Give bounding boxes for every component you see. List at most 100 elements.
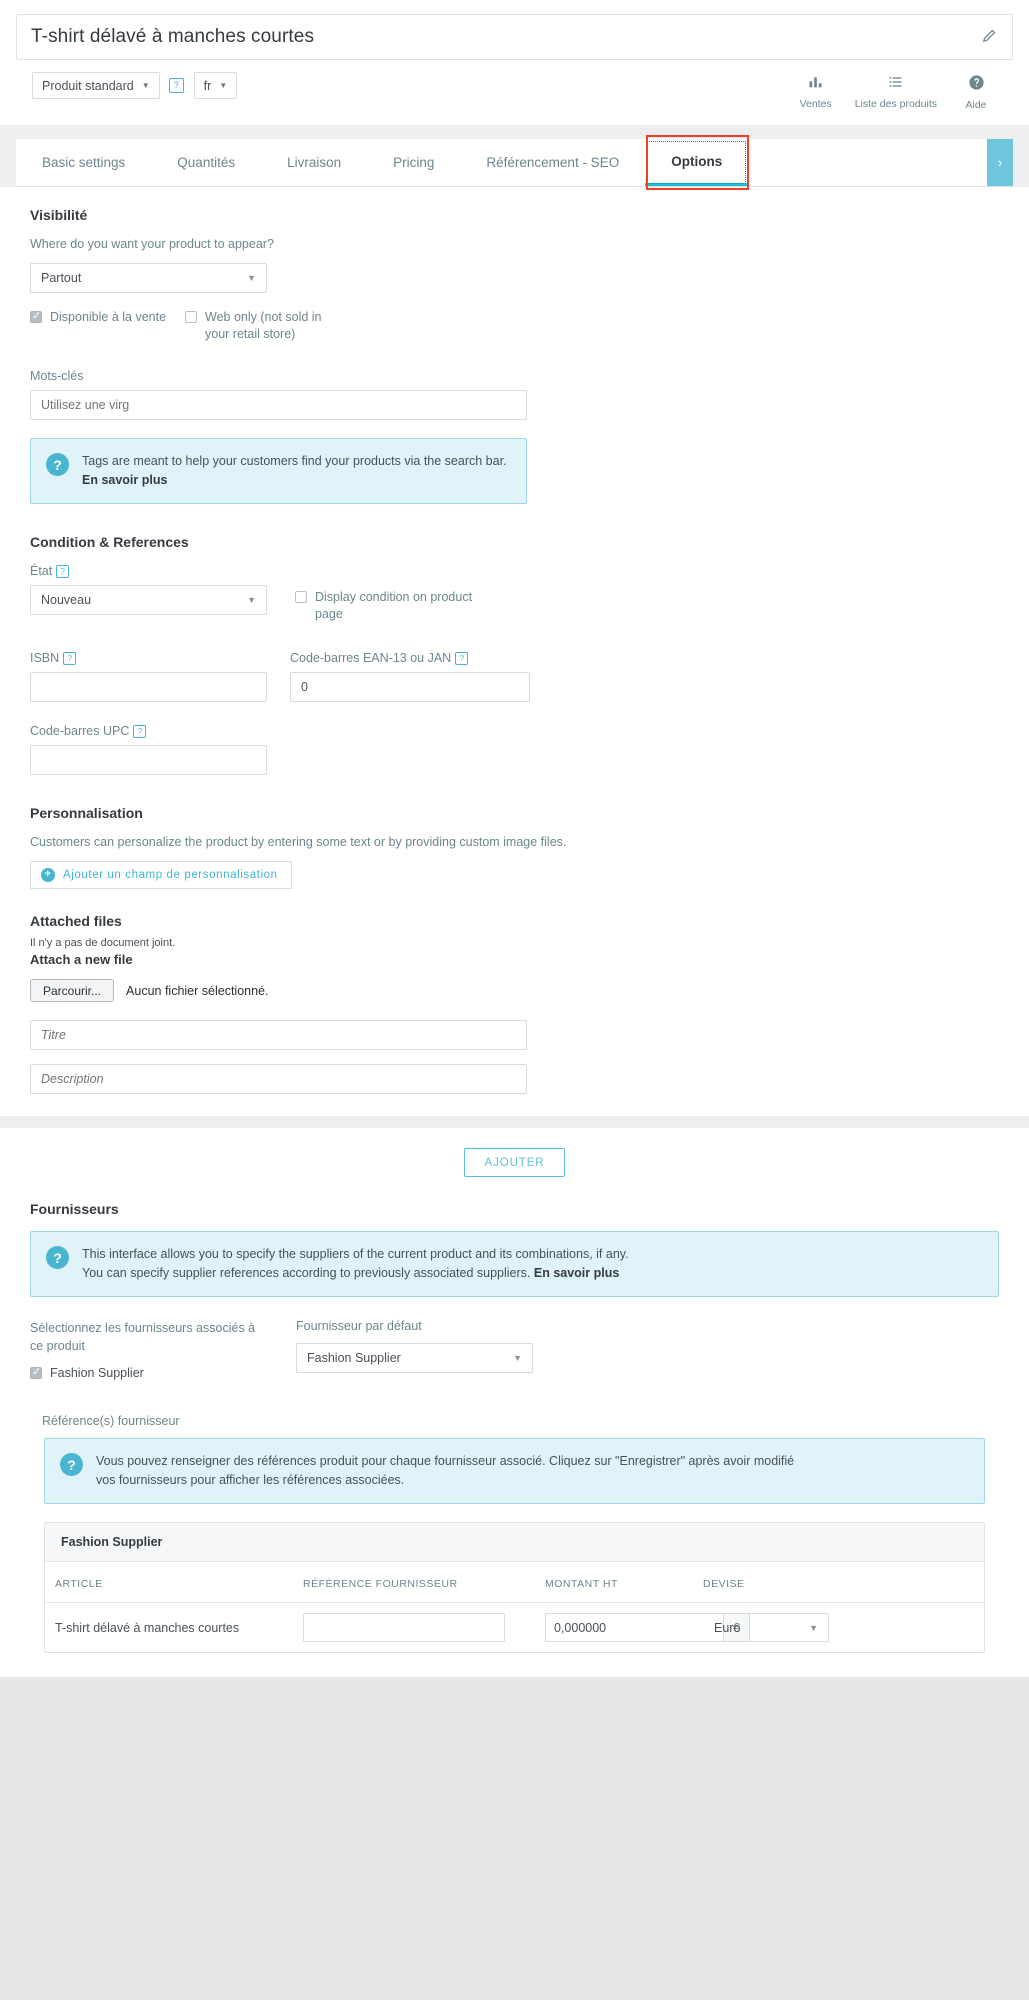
column-article: ARTICLE [45,1562,293,1603]
tab-options[interactable]: Options [645,139,748,186]
tab-bar: Basic settings Quantités Livraison Prici… [16,139,1013,187]
tab-pricing[interactable]: Pricing [367,139,460,186]
language-label: fr [204,79,212,93]
attachment-title-input[interactable] [30,1020,527,1050]
checkbox-label: Display condition on product page [315,589,495,623]
pencil-icon[interactable] [981,27,998,47]
visibility-checkbox-row: Disponible à la vente Web only (not sold… [30,309,999,343]
product-title-bar[interactable]: T-shirt délavé à manches courtes [16,14,1013,60]
checkbox-label: Web only (not sold in your retail store) [205,309,340,343]
tags-info-link[interactable]: En savoir plus [82,473,167,487]
tags-info-body: Tags are meant to help your customers fi… [82,454,507,468]
browse-button[interactable]: Parcourir... [30,979,114,1002]
tags-info-banner: ? Tags are meant to help your customers … [30,438,527,504]
tab-label: Pricing [393,155,434,170]
product-list-action[interactable]: Liste des produits [855,74,937,110]
checkbox-web-only[interactable]: Web only (not sold in your retail store) [185,309,340,343]
tab-label: Référencement - SEO [486,155,619,170]
chevron-down-icon: ▼ [513,1353,522,1363]
help-label: Aide [955,99,997,111]
suppliers-info-link[interactable]: En savoir plus [534,1266,619,1280]
page-header: T-shirt délavé à manches courtes Produit… [0,0,1029,125]
chart-bar-icon [795,74,837,95]
file-picker-row: Parcourir... Aucun fichier sélectionné. [30,979,999,1002]
suppliers-section-title: Fournisseurs [30,1201,999,1217]
chevron-down-icon: ▼ [247,273,256,283]
sales-action[interactable]: Ventes [795,74,837,110]
add-customization-field-button[interactable]: + Ajouter un champ de personnalisation [30,861,292,889]
help-action[interactable]: Aide [955,74,997,111]
personalization-description: Customers can personalize the product by… [30,835,999,849]
visibility-select[interactable]: Partout ▼ [30,263,267,293]
chevron-right-icon: › [998,155,1002,170]
supplier-reference-table: Fashion Supplier ARTICLE RÉFÉRENCE FOURN… [44,1522,985,1653]
default-supplier-value: Fashion Supplier [307,1351,401,1365]
supplier-select-label: Sélectionnez les fournisseurs associés à… [30,1319,270,1355]
cell-reference [293,1603,535,1653]
tab-basic-settings[interactable]: Basic settings [16,139,151,186]
upc-input[interactable] [30,745,267,775]
checkbox-box[interactable] [295,591,307,603]
page-title: T-shirt délavé à manches courtes [31,26,981,48]
product-type-help-icon[interactable]: ? [169,78,184,93]
no-file-selected-text: Aucun fichier sélectionné. [126,984,268,998]
default-supplier-group: Fournisseur par défaut Fashion Supplier … [296,1319,533,1382]
add-customization-field-label: Ajouter un champ de personnalisation [63,869,278,881]
barcode-row: ISBN? Code-barres EAN-13 ou JAN? [30,651,999,702]
add-attachment-row: AJOUTER [0,1128,1029,1201]
ean-help-icon[interactable]: ? [455,652,468,665]
etat-select-value: Nouveau [41,593,91,607]
tab-livraison[interactable]: Livraison [261,139,367,186]
isbn-input[interactable] [30,672,267,702]
table-header-row: ARTICLE RÉFÉRENCE FOURNISSEUR MONTANT HT… [45,1562,984,1603]
upc-label: Code-barres UPC? [30,724,999,738]
isbn-label-text: ISBN [30,651,59,665]
list-icon [855,74,937,95]
default-supplier-select[interactable]: Fashion Supplier ▼ [296,1343,533,1373]
tabs-next-button[interactable]: › [987,139,1013,186]
ean-field-group: Code-barres EAN-13 ou JAN? [290,651,550,702]
cell-currency: Euro ▼ [693,1603,984,1653]
checkbox-available-for-order[interactable]: Disponible à la vente [30,309,185,343]
visibility-section-title: Visibilité [30,207,999,223]
cell-amount: € [535,1603,693,1653]
etat-label: État? [30,564,999,578]
supplier-reference-input[interactable] [303,1613,505,1642]
currency-value: Euro [714,1621,740,1635]
amount-input[interactable] [545,1613,723,1642]
checkbox-label: Fashion Supplier [50,1365,144,1382]
upc-help-icon[interactable]: ? [133,725,146,738]
etat-help-icon[interactable]: ? [56,565,69,578]
checkbox-box[interactable] [185,311,197,323]
checkbox-box[interactable] [30,311,42,323]
language-select[interactable]: fr ▼ [194,72,238,99]
checkbox-box[interactable] [30,1367,42,1379]
product-type-label: Produit standard [42,79,134,93]
tab-quantites[interactable]: Quantités [151,139,261,186]
chevron-down-icon: ▼ [247,595,256,605]
etat-select[interactable]: Nouveau ▼ [30,585,267,615]
table-row: T-shirt délavé à manches courtes € [45,1603,984,1653]
condition-section-title: Condition & References [30,534,999,550]
default-supplier-label: Fournisseur par défaut [296,1319,533,1333]
visibility-select-value: Partout [41,271,81,285]
product-list-label: Liste des produits [855,98,937,110]
isbn-help-icon[interactable]: ? [63,652,76,665]
plus-icon: + [41,868,55,882]
checkbox-display-condition[interactable]: Display condition on product page [295,585,495,623]
ean-input[interactable] [290,672,530,702]
supplier-references-info-banner: ? Vous pouvez renseigner des références … [44,1438,985,1504]
keywords-label: Mots-clés [30,369,999,383]
section-divider [0,1116,1029,1128]
personalization-section-title: Personnalisation [30,805,999,821]
question-circle-icon [955,74,997,96]
checkbox-fashion-supplier[interactable]: Fashion Supplier [30,1365,270,1382]
product-type-select[interactable]: Produit standard ▼ [32,72,160,99]
attachment-description-input[interactable] [30,1064,527,1094]
tab-referencement-seo[interactable]: Référencement - SEO [460,139,645,186]
visibility-question: Where do you want your product to appear… [30,237,999,251]
keywords-input[interactable] [30,390,527,420]
add-attachment-button[interactable]: AJOUTER [464,1148,566,1177]
attach-new-file-title: Attach a new file [30,952,999,967]
question-mark-icon: ? [60,1453,83,1476]
